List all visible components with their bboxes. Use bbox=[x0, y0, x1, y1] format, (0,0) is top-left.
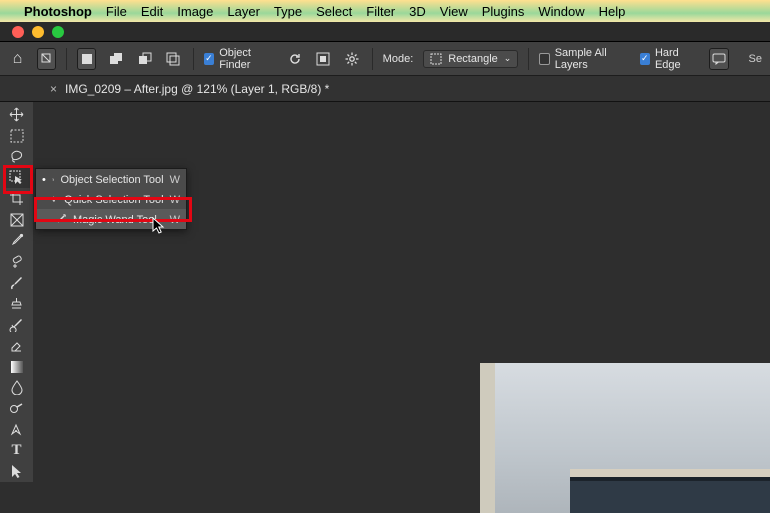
menu-plugins[interactable]: Plugins bbox=[482, 4, 525, 19]
sample-all-layers-checkbox[interactable]: Sample All Layers bbox=[539, 47, 629, 71]
menu-select[interactable]: Select bbox=[316, 4, 352, 19]
intersect-selection-button[interactable] bbox=[164, 48, 183, 70]
path-selection-tool[interactable] bbox=[3, 461, 30, 482]
menu-file[interactable]: File bbox=[106, 4, 127, 19]
home-button[interactable]: ⌂ bbox=[8, 48, 27, 70]
photo-shelf bbox=[570, 469, 770, 477]
history-brush-tool[interactable] bbox=[3, 314, 30, 335]
menu-image[interactable]: Image bbox=[177, 4, 213, 19]
document-tab[interactable]: × IMG_0209 – After.jpg @ 121% (Layer 1, … bbox=[42, 76, 337, 101]
zoom-window-button[interactable] bbox=[52, 26, 64, 38]
feedback-button[interactable] bbox=[709, 48, 728, 70]
options-bar: ⌂ Object Finder Mode: Rectangle ⌄ Sample… bbox=[0, 42, 770, 76]
eraser-tool[interactable] bbox=[3, 335, 30, 356]
annotation-highlight bbox=[34, 197, 192, 222]
active-indicator: • bbox=[42, 174, 46, 186]
subtract-from-selection-button[interactable] bbox=[135, 48, 154, 70]
type-tool[interactable]: T bbox=[3, 440, 30, 461]
menu-type[interactable]: Type bbox=[274, 4, 302, 19]
app-name[interactable]: Photoshop bbox=[24, 4, 92, 19]
photo-tv bbox=[570, 477, 770, 513]
checkbox-icon bbox=[640, 53, 650, 65]
hard-edge-checkbox[interactable]: Hard Edge bbox=[640, 47, 700, 71]
minimize-window-button[interactable] bbox=[32, 26, 44, 38]
refresh-button[interactable] bbox=[285, 48, 304, 70]
document-content bbox=[480, 363, 770, 513]
eyedropper-tool[interactable] bbox=[3, 230, 30, 251]
flyout-label: Object Selection Tool bbox=[60, 174, 163, 186]
menu-3d[interactable]: 3D bbox=[409, 4, 426, 19]
brush-tool[interactable] bbox=[3, 272, 30, 293]
close-tab-button[interactable]: × bbox=[50, 82, 57, 96]
menu-layer[interactable]: Layer bbox=[227, 4, 260, 19]
clone-stamp-tool[interactable] bbox=[3, 293, 30, 314]
marquee-tool[interactable] bbox=[3, 125, 30, 146]
close-window-button[interactable] bbox=[12, 26, 24, 38]
tools-panel: T bbox=[0, 102, 33, 482]
mac-menubar[interactable]: Photoshop File Edit Image Layer Type Sel… bbox=[0, 0, 770, 22]
object-selection-icon bbox=[52, 173, 55, 186]
mode-label: Mode: bbox=[383, 53, 414, 65]
mouse-cursor-icon bbox=[152, 217, 166, 235]
canvas-area[interactable] bbox=[33, 102, 770, 513]
menu-view[interactable]: View bbox=[440, 4, 468, 19]
mode-value: Rectangle bbox=[448, 53, 498, 65]
document-tab-title: IMG_0209 – After.jpg @ 121% (Layer 1, RG… bbox=[65, 82, 329, 96]
document-tab-bar: × IMG_0209 – After.jpg @ 121% (Layer 1, … bbox=[0, 76, 770, 102]
healing-brush-tool[interactable] bbox=[3, 251, 30, 272]
add-to-selection-button[interactable] bbox=[106, 48, 125, 70]
object-finder-label: Object Finder bbox=[219, 47, 275, 71]
new-selection-button[interactable] bbox=[77, 48, 96, 70]
move-tool[interactable] bbox=[3, 104, 30, 125]
divider bbox=[66, 48, 67, 70]
settings-gear-icon[interactable] bbox=[343, 48, 362, 70]
dodge-tool[interactable] bbox=[3, 398, 30, 419]
menu-edit[interactable]: Edit bbox=[141, 4, 163, 19]
sample-all-layers-label: Sample All Layers bbox=[555, 47, 630, 71]
lasso-tool[interactable] bbox=[3, 146, 30, 167]
overlay-options-button[interactable] bbox=[314, 48, 333, 70]
checkbox-icon bbox=[204, 53, 214, 65]
object-finder-checkbox[interactable]: Object Finder bbox=[204, 47, 275, 71]
rectangle-marquee-icon bbox=[430, 53, 442, 65]
menu-window[interactable]: Window bbox=[538, 4, 584, 19]
divider bbox=[372, 48, 373, 70]
pen-tool[interactable] bbox=[3, 419, 30, 440]
divider bbox=[528, 48, 529, 70]
mode-dropdown[interactable]: Rectangle ⌄ bbox=[423, 50, 518, 68]
blur-tool[interactable] bbox=[3, 377, 30, 398]
select-subject-truncated[interactable]: Se bbox=[749, 53, 762, 65]
flyout-shortcut: W bbox=[170, 174, 180, 186]
divider bbox=[193, 48, 194, 70]
flyout-object-selection[interactable]: • Object Selection Tool W bbox=[36, 169, 186, 189]
window-chrome bbox=[0, 22, 770, 42]
checkbox-icon bbox=[539, 53, 550, 65]
annotation-highlight bbox=[3, 165, 33, 194]
frame-tool[interactable] bbox=[3, 209, 30, 230]
gradient-tool[interactable] bbox=[3, 356, 30, 377]
menu-help[interactable]: Help bbox=[599, 4, 626, 19]
chevron-down-icon: ⌄ bbox=[504, 53, 512, 64]
menu-filter[interactable]: Filter bbox=[366, 4, 395, 19]
hard-edge-label: Hard Edge bbox=[655, 47, 699, 71]
tool-preset-dropdown[interactable] bbox=[37, 48, 56, 70]
